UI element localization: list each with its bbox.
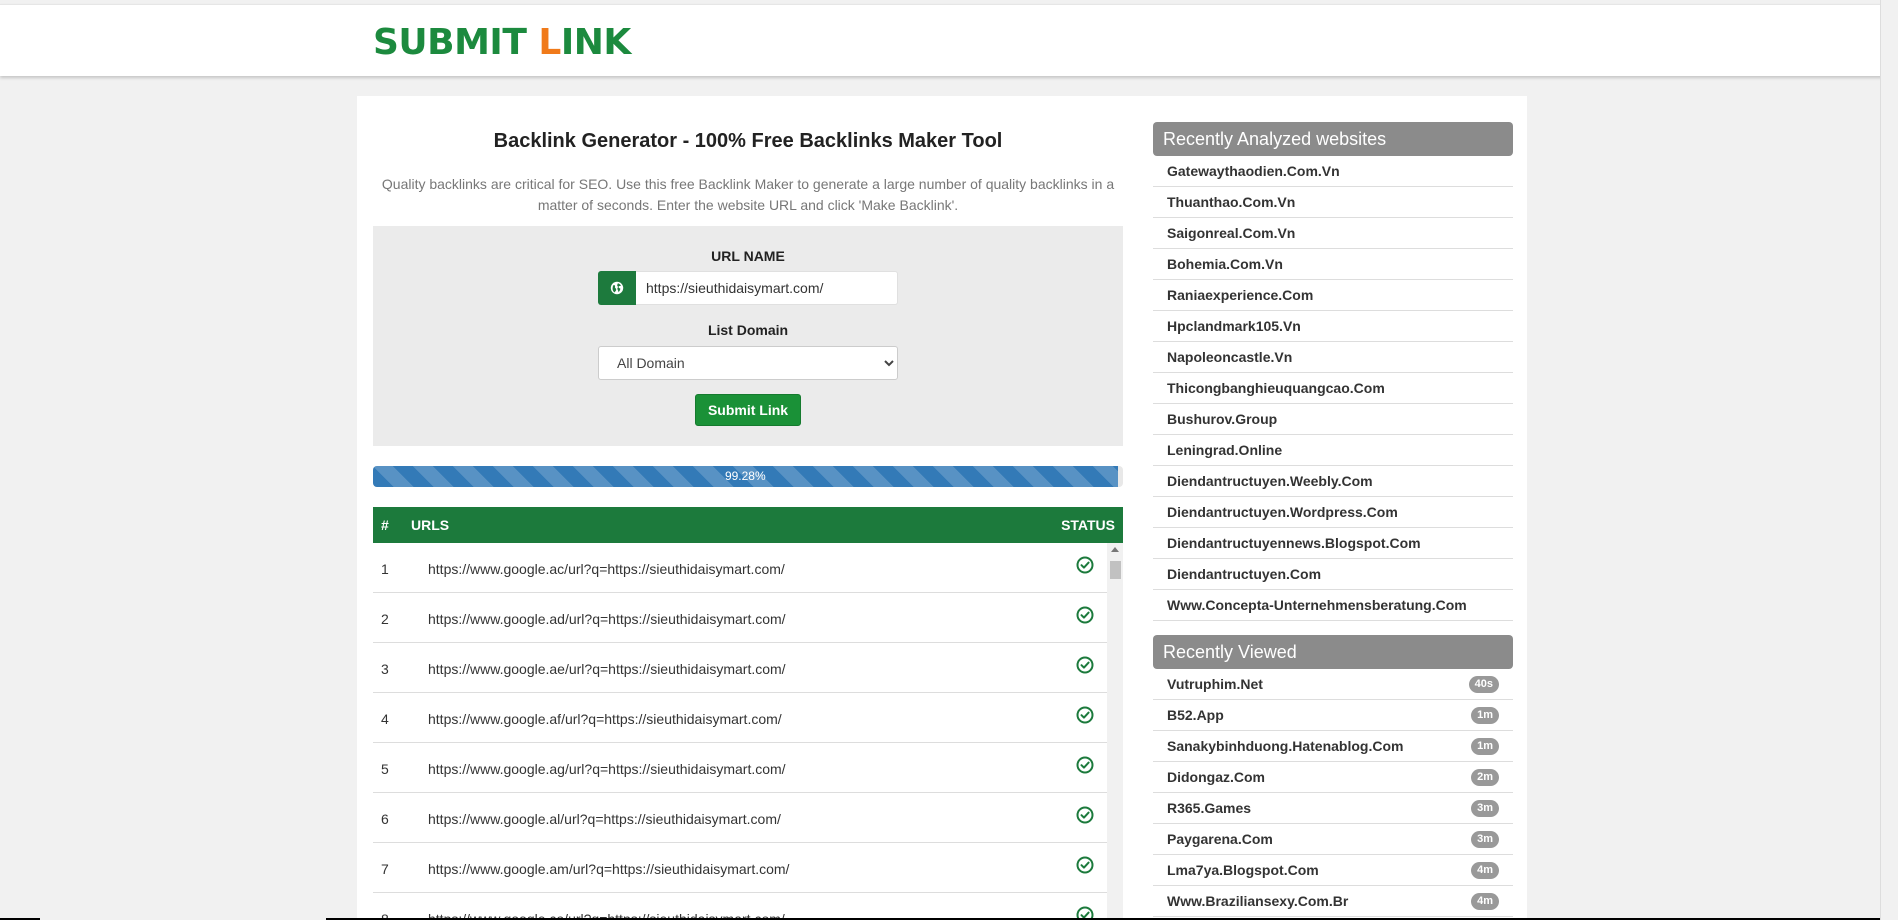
globe-icon <box>598 271 636 305</box>
list-domain-select[interactable]: All Domain <box>598 346 898 380</box>
viewed-site-item[interactable]: Vutruphim.Net 40s <box>1153 669 1513 700</box>
row-url[interactable]: https://www.google.ad/url?q=https://sieu… <box>428 611 786 627</box>
site-header: SUBMIT LINK <box>0 4 1898 76</box>
recent-site-link[interactable]: Diendantructuyen.Com <box>1153 559 1513 590</box>
time-badge: 4m <box>1471 893 1499 910</box>
recent-site-link[interactable]: Leningrad.Online <box>1153 435 1513 466</box>
row-url[interactable]: https://www.google.ac/url?q=https://sieu… <box>428 561 785 577</box>
main-content: Backlink Generator - 100% Free Backlinks… <box>357 96 1527 920</box>
row-number: 6 <box>381 811 389 827</box>
logo-text-accent: L <box>538 22 561 63</box>
progress-fill: 99.28% <box>373 466 1118 487</box>
table-row: 2 https://www.google.ad/url?q=https://sie… <box>373 593 1107 643</box>
time-badge: 3m <box>1471 800 1499 817</box>
recent-site-link[interactable]: Bushurov.Group <box>1153 404 1513 435</box>
viewed-site-item[interactable]: Didongaz.Com 2m <box>1153 762 1513 793</box>
url-input-group <box>598 271 898 305</box>
recently-analyzed-title: Recently Analyzed websites <box>1153 122 1513 156</box>
table-row: 4 https://www.google.af/url?q=https://sie… <box>373 693 1107 743</box>
url-input[interactable] <box>636 271 898 305</box>
check-circle-icon <box>1076 706 1094 724</box>
recent-site-link[interactable]: Bohemia.Com.Vn <box>1153 249 1513 280</box>
recent-site-link[interactable]: Saigonreal.Com.Vn <box>1153 218 1513 249</box>
recent-site-link[interactable]: Www.Concepta-Unternehmensberatung.Com <box>1153 590 1513 621</box>
recent-site-link[interactable]: Gatewaythaodien.Com.Vn <box>1153 156 1513 187</box>
table-row: 7 https://www.google.am/url?q=https://sie… <box>373 843 1107 893</box>
recent-site-link[interactable]: Diendantructuyennews.Blogspot.Com <box>1153 528 1513 559</box>
recent-site-link[interactable]: Diendantructuyen.Weebly.Com <box>1153 466 1513 497</box>
logo-text-part1: SUBMIT <box>373 22 539 63</box>
table-row: 1 https://www.google.ac/url?q=https://sie… <box>373 543 1107 593</box>
site-logo[interactable]: SUBMIT LINK <box>373 21 631 65</box>
row-url[interactable]: https://www.google.ae/url?q=https://sieu… <box>428 661 786 677</box>
recent-site-link[interactable]: Thicongbanghieuquangcao.Com <box>1153 373 1513 404</box>
check-circle-icon <box>1076 606 1094 624</box>
time-badge: 3m <box>1471 831 1499 848</box>
row-number: 3 <box>381 661 389 677</box>
logo-text-part2: INK <box>560 22 631 63</box>
check-circle-icon <box>1076 556 1094 574</box>
viewed-site-item[interactable]: Sanakybinhduong.Hatenablog.Com 1m <box>1153 731 1513 762</box>
viewed-site-link[interactable]: Lma7ya.Blogspot.Com <box>1167 862 1319 878</box>
time-badge: 4m <box>1471 862 1499 879</box>
recently-viewed-title: Recently Viewed <box>1153 635 1513 669</box>
viewed-site-item[interactable]: Paygarena.Com 3m <box>1153 824 1513 855</box>
recent-site-link[interactable]: Napoleoncastle.Vn <box>1153 342 1513 373</box>
recently-analyzed-list: Gatewaythaodien.Com.Vn Thuanthao.Com.Vn Sa… <box>1153 156 1513 621</box>
table-row: 6 https://www.google.al/url?q=https://sie… <box>373 793 1107 843</box>
check-circle-icon <box>1076 856 1094 874</box>
table-row: 5 https://www.google.ag/url?q=https://sie… <box>373 743 1107 793</box>
viewed-site-link[interactable]: Www.Braziliansexy.Com.Br <box>1167 893 1348 909</box>
row-number: 5 <box>381 761 389 777</box>
recent-site-link[interactable]: Thuanthao.Com.Vn <box>1153 187 1513 218</box>
list-domain-label: List Domain <box>707 322 789 338</box>
table-header: # URLS STATUS <box>373 507 1123 543</box>
row-url[interactable]: https://www.google.af/url?q=https://sieu… <box>428 711 782 727</box>
column-header-urls: URLS <box>411 517 450 533</box>
page-description: Quality backlinks are critical for SEO. … <box>381 176 1115 213</box>
row-url[interactable]: https://www.google.ag/url?q=https://sieu… <box>428 761 786 777</box>
viewed-site-link[interactable]: Didongaz.Com <box>1167 769 1265 785</box>
row-url[interactable]: https://www.google.am/url?q=https://sieu… <box>428 861 789 877</box>
results-table: 1 https://www.google.ac/url?q=https://sie… <box>373 543 1123 920</box>
table-scrollbar[interactable] <box>1107 543 1123 920</box>
row-url[interactable]: https://www.google.al/url?q=https://sieu… <box>428 811 781 827</box>
submit-link-button[interactable]: Submit Link <box>695 394 801 426</box>
viewed-site-item[interactable]: Lma7ya.Blogspot.Com 4m <box>1153 855 1513 886</box>
row-number: 2 <box>381 611 389 627</box>
page-scrollbar[interactable] <box>1880 0 1898 920</box>
row-number: 4 <box>381 711 389 727</box>
scrollbar-thumb[interactable] <box>1110 561 1121 579</box>
scroll-up-arrow-icon[interactable] <box>1111 547 1119 552</box>
time-badge: 2m <box>1471 769 1499 786</box>
recent-site-link[interactable]: Raniaexperience.Com <box>1153 280 1513 311</box>
column-header-status: STATUS <box>1061 517 1115 533</box>
backlink-form: URL NAME List Domain All Domain Submit L… <box>373 226 1123 446</box>
time-badge: 40s <box>1468 676 1499 693</box>
progress-bar: 99.28% <box>373 466 1123 487</box>
table-row: 3 https://www.google.ae/url?q=https://sie… <box>373 643 1107 693</box>
viewed-site-item[interactable]: R365.Games 3m <box>1153 793 1513 824</box>
check-circle-icon <box>1076 656 1094 674</box>
table-row: 8 https://www.google.co/url?q=https://sie… <box>373 893 1107 920</box>
time-badge: 1m <box>1471 738 1499 755</box>
row-number: 7 <box>381 861 389 877</box>
column-header-number: # <box>381 517 389 533</box>
check-circle-icon <box>1076 756 1094 774</box>
viewed-site-item[interactable]: Www.Braziliansexy.Com.Br 4m <box>1153 886 1513 917</box>
url-name-label: URL NAME <box>711 248 785 264</box>
check-circle-icon <box>1076 806 1094 824</box>
page-title: Backlink Generator - 100% Free Backlinks… <box>493 130 1003 152</box>
viewed-site-link[interactable]: Paygarena.Com <box>1167 831 1273 847</box>
recently-viewed-list: Vutruphim.Net 40s B52.App 1m Sanakybinhduong… <box>1153 669 1513 917</box>
time-badge: 1m <box>1471 707 1499 724</box>
viewed-site-link[interactable]: B52.App <box>1167 707 1224 723</box>
viewed-site-item[interactable]: B52.App 1m <box>1153 700 1513 731</box>
viewed-site-link[interactable]: R365.Games <box>1167 800 1251 816</box>
row-number: 1 <box>381 561 389 577</box>
viewed-site-link[interactable]: Vutruphim.Net <box>1167 676 1263 692</box>
recent-site-link[interactable]: Hpclandmark105.Vn <box>1153 311 1513 342</box>
recent-site-link[interactable]: Diendantructuyen.Wordpress.Com <box>1153 497 1513 528</box>
viewed-site-link[interactable]: Sanakybinhduong.Hatenablog.Com <box>1167 738 1403 754</box>
